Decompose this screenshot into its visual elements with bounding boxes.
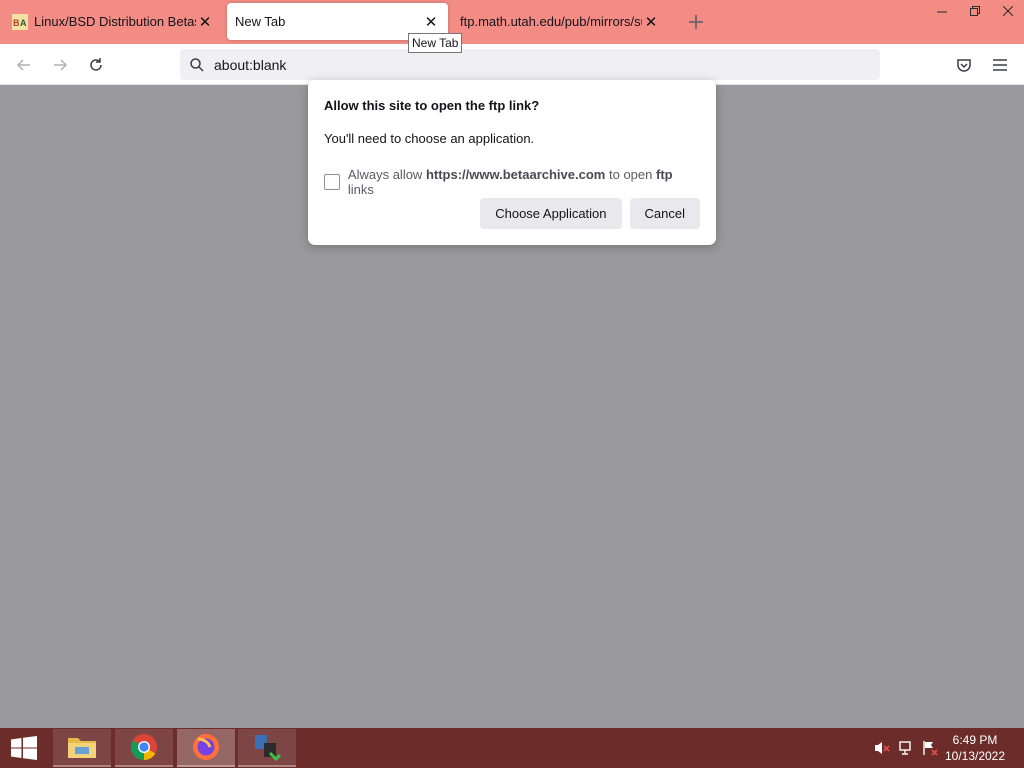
menu-button[interactable] [987, 52, 1013, 78]
tab-title: ftp.math.utah.edu/pub/mirrors/sun [460, 14, 642, 29]
close-icon [1002, 6, 1013, 16]
speaker-icon [875, 742, 890, 754]
navigation-toolbar: about:blank [0, 44, 1024, 85]
cancel-button[interactable]: Cancel [629, 198, 700, 229]
forward-button[interactable] [47, 52, 73, 78]
file-explorer-icon [68, 738, 96, 758]
tab-title: Linux/BSD Distribution Betas - B [34, 14, 196, 29]
close-icon[interactable]: ✕ [196, 13, 214, 31]
always-allow-option[interactable]: Always allow https://www.betaarchive.com… [324, 167, 700, 197]
svg-text:A: A [20, 18, 27, 28]
forward-arrow-icon [54, 59, 68, 71]
taskbar-file-explorer[interactable] [53, 729, 111, 767]
flag-icon [923, 741, 938, 756]
taskbar-network-app[interactable] [238, 729, 296, 767]
pocket-button[interactable] [951, 52, 977, 78]
url-text: about:blank [214, 56, 287, 73]
pocket-icon [957, 59, 971, 72]
taskbar: 6:49 PM 10/13/2022 [0, 728, 1024, 768]
back-button[interactable] [11, 52, 37, 78]
dialog-buttons: Choose Application Cancel [480, 198, 700, 229]
system-clock[interactable]: 6:49 PM 10/13/2022 [940, 732, 1010, 764]
close-icon[interactable]: ✕ [422, 13, 440, 31]
minimize-button[interactable] [925, 0, 958, 22]
window-controls [925, 0, 1024, 22]
restore-icon [969, 6, 980, 16]
taskbar-chrome[interactable] [115, 729, 173, 767]
tab-linux-bsd-betas[interactable]: B A Linux/BSD Distribution Betas - B ✕ [4, 3, 222, 40]
dialog-message: You'll need to choose an application. [324, 131, 535, 146]
checkbox-label: Always allow https://www.betaarchive.com… [347, 167, 673, 197]
network-status-icon[interactable] [898, 740, 914, 756]
always-allow-checkbox[interactable] [324, 174, 340, 190]
plus-icon [689, 15, 703, 29]
clock-time: 6:49 PM [952, 733, 998, 747]
reload-button[interactable] [83, 52, 109, 78]
close-icon[interactable]: ✕ [642, 13, 660, 31]
tab-tooltip: New Tab [408, 33, 463, 53]
back-arrow-icon [16, 59, 30, 71]
open-ftp-link-dialog: Allow this site to open the ftp link? Yo… [308, 80, 716, 245]
chrome-icon [131, 734, 157, 761]
close-window-button[interactable] [991, 0, 1024, 22]
choose-application-button[interactable]: Choose Application [480, 198, 622, 229]
svg-text:B: B [13, 18, 20, 28]
network-icon [899, 741, 911, 755]
betaarchive-favicon-icon: B A [12, 13, 28, 30]
tab-strip: B A Linux/BSD Distribution Betas - B ✕ N… [0, 0, 1024, 44]
volume-muted-icon[interactable] [874, 740, 890, 756]
minimize-icon [936, 11, 947, 13]
network-app-icon [255, 735, 282, 761]
taskbar-firefox[interactable] [177, 729, 235, 767]
new-tab-button[interactable] [684, 10, 708, 34]
url-bar[interactable]: about:blank [180, 49, 880, 80]
action-center-flag-icon[interactable] [922, 740, 938, 756]
search-icon [190, 57, 204, 72]
start-button[interactable] [0, 728, 48, 768]
reload-icon [90, 58, 102, 71]
dialog-title: Allow this site to open the ftp link? [324, 98, 540, 113]
firefox-icon [193, 734, 219, 760]
clock-date: 10/13/2022 [944, 749, 1006, 763]
windows-logo-icon [11, 736, 37, 760]
tab-title: New Tab [235, 14, 286, 29]
hamburger-menu-icon [993, 59, 1007, 71]
tab-ftp-mirror[interactable]: ftp.math.utah.edu/pub/mirrors/sun ✕ [452, 3, 668, 40]
restore-button[interactable] [958, 0, 991, 22]
